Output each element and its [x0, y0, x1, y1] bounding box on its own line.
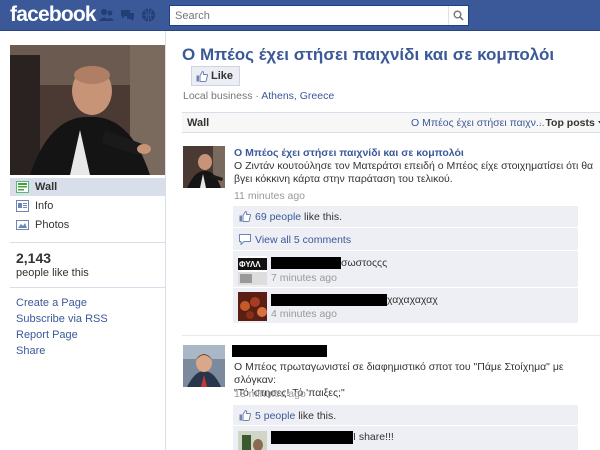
sidebar-item-wall[interactable]: Wall: [10, 178, 165, 196]
comment-icon: [239, 234, 251, 245]
page-title: Ο Μπέος έχει στήσει παιχνίδι και σε κομπ…: [182, 45, 555, 64]
feedback-box: 5 people like this. I share!!!: [233, 405, 578, 450]
divider: [10, 242, 165, 243]
comment-avatar[interactable]: ΦΥΛΛ: [238, 256, 267, 285]
sidebar-item-label: Info: [35, 200, 54, 212]
post-author-link[interactable]: Ο Μπέος έχει στήσει παιχνίδι και σε κομπ…: [234, 147, 464, 159]
comment-timestamp[interactable]: 4 minutes ago: [271, 308, 337, 320]
search-button[interactable]: [448, 6, 468, 25]
search-input[interactable]: [170, 6, 448, 25]
post-avatar[interactable]: [183, 345, 225, 387]
comment: ΦΥΛΛ σωστοςςς 7 minutes ago: [233, 252, 578, 288]
divider: [10, 287, 165, 288]
view-all-comments-link[interactable]: View all 5 comments: [255, 234, 351, 246]
search-icon: [453, 10, 464, 21]
view-comments-row[interactable]: View all 5 comments: [233, 229, 578, 251]
like-button-label: Like: [211, 70, 234, 82]
redacted-author: [271, 257, 341, 269]
post-avatar[interactable]: [183, 146, 225, 188]
share-link[interactable]: Share: [16, 343, 108, 359]
friend-requests-icon[interactable]: [98, 7, 115, 23]
thumbs-up-icon: [239, 211, 251, 222]
likes-link[interactable]: 69 people: [255, 211, 301, 223]
likes-link[interactable]: 5 people: [255, 410, 295, 422]
likes-row: 69 people like this.: [233, 206, 578, 228]
page-location-link[interactable]: Athens, Greece: [261, 90, 334, 102]
sidebar-item-label: Wall: [35, 181, 58, 193]
jewel-icons: [98, 7, 157, 23]
comment-text: σωστοςςς: [341, 257, 388, 269]
page-category: Local business: [183, 90, 253, 102]
page-actions: Create a Page Subscribe via RSS Report P…: [16, 295, 108, 359]
svg-text:ΦΥΛΛ: ΦΥΛΛ: [239, 260, 261, 269]
sidebar-item-photos[interactable]: Photos: [10, 216, 165, 234]
search-box: [169, 5, 469, 26]
info-icon: [16, 200, 29, 212]
report-page-link[interactable]: Report Page: [16, 327, 108, 343]
wall-label: Wall: [187, 117, 210, 129]
wall-icon: [16, 181, 29, 193]
facebook-logo[interactable]: facebook: [10, 3, 97, 27]
redacted-author: [271, 431, 353, 444]
likes-count: 2,143: [16, 250, 52, 266]
comment-text: I share!!!: [353, 431, 394, 443]
post-divider: [182, 335, 600, 336]
page-nav: Wall Info Photos: [10, 178, 165, 235]
create-page-link[interactable]: Create a Page: [16, 295, 108, 311]
wall-filter-link[interactable]: Ο Μπέος έχει στήσει παιχν...: [411, 117, 545, 129]
left-column: Wall Info Photos 2,143 people like this …: [0, 31, 166, 450]
thumbs-up-icon: [196, 70, 208, 82]
redacted-author: [232, 345, 327, 357]
wall-sort-dropdown[interactable]: · Top posts: [539, 117, 600, 129]
comment-avatar[interactable]: [238, 431, 267, 450]
top-bar: facebook: [0, 0, 600, 31]
post-timestamp[interactable]: 11 minutes ago: [234, 190, 305, 202]
post-message: Ο Ζιντάν κουτούλησε τον Ματεράτσι επειδή…: [234, 160, 594, 185]
like-button[interactable]: Like: [191, 66, 241, 86]
sidebar-item-info[interactable]: Info: [10, 197, 165, 215]
comment-avatar[interactable]: [238, 292, 267, 321]
subscribe-rss-link[interactable]: Subscribe via RSS: [16, 311, 108, 327]
likes-label: people like this: [16, 267, 89, 279]
likes-row: 5 people like this.: [233, 405, 578, 426]
comment-text: χαχαχαχαχ: [387, 294, 438, 306]
redacted-author: [271, 294, 387, 306]
messages-icon[interactable]: [119, 7, 136, 23]
comment: χαχαχαχαχ 4 minutes ago: [233, 289, 578, 323]
wall-header: Wall Ο Μπέος έχει στήσει παιχν... · Top …: [182, 112, 600, 133]
post-timestamp[interactable]: 13 minutes ago: [234, 388, 306, 400]
page-subtitle: Local business · Athens, Greece: [183, 90, 335, 102]
photos-icon: [16, 220, 29, 230]
notifications-icon[interactable]: [140, 7, 157, 23]
sidebar-item-label: Photos: [35, 219, 70, 231]
feedback-box: 69 people like this. View all 5 comments…: [233, 206, 578, 323]
comment: I share!!!: [233, 427, 578, 450]
comment-timestamp[interactable]: 7 minutes ago: [271, 272, 337, 284]
thumbs-up-icon: [239, 410, 251, 421]
